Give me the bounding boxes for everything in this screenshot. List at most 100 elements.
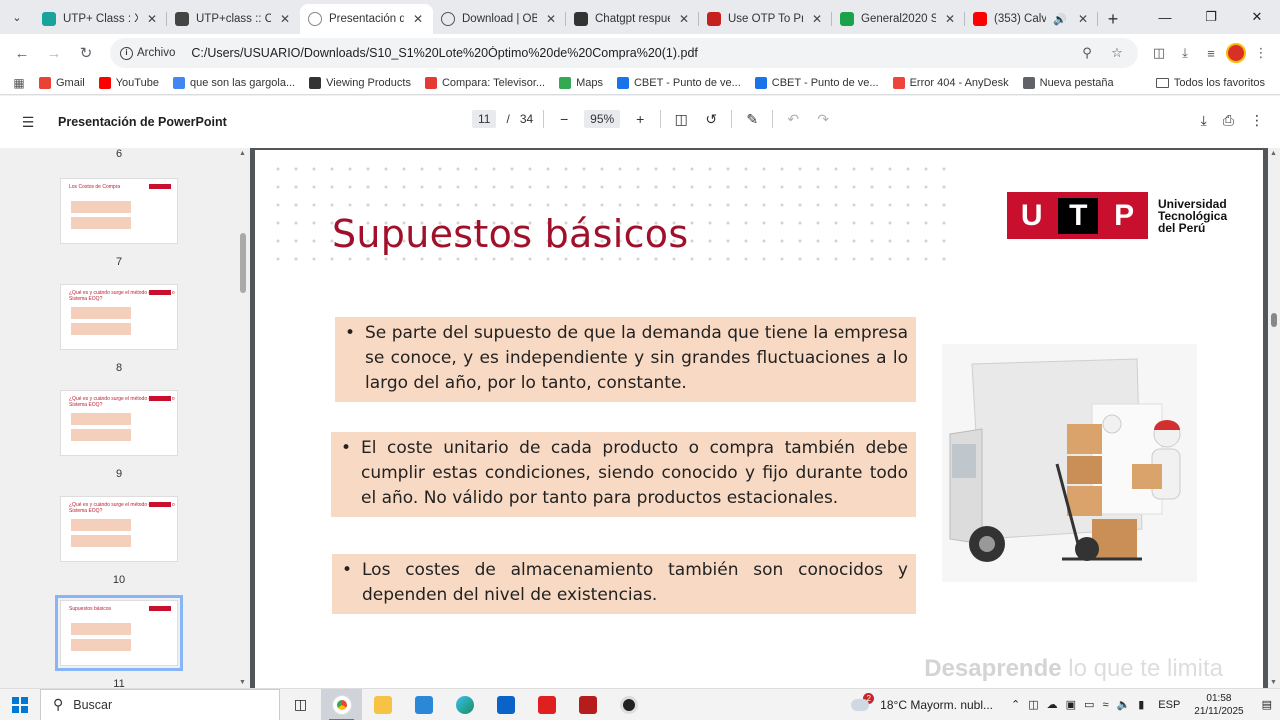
close-tab-icon[interactable]: ✕ — [411, 12, 425, 26]
browser-tab[interactable]: (353) Calvin 🔊 ✕ — [965, 4, 1098, 34]
close-tab-icon[interactable]: ✕ — [544, 12, 558, 26]
scroll-up-icon[interactable]: ▲ — [1270, 150, 1277, 157]
media-control-icon[interactable]: ≡ — [1200, 42, 1222, 64]
edge-app[interactable] — [444, 689, 485, 720]
extensions-icon[interactable]: ◫ — [1148, 42, 1170, 64]
page-number-input[interactable]: 11 — [472, 110, 497, 128]
bookmark-item[interactable]: que son las gargola... — [166, 77, 302, 89]
apps-grid-icon[interactable]: ▦ — [8, 72, 30, 94]
task-view-button[interactable]: ◫ — [280, 689, 321, 720]
back-button[interactable]: ← — [8, 39, 36, 67]
camera-icon[interactable]: ▣ — [1066, 698, 1076, 711]
maximize-button[interactable]: ❐ — [1188, 0, 1234, 34]
scroll-down-icon[interactable]: ▼ — [239, 679, 246, 686]
bookmark-item[interactable]: Gmail — [32, 77, 92, 89]
zoom-out-button[interactable]: − — [554, 111, 574, 127]
forward-button[interactable]: → — [40, 39, 68, 67]
new-tab-button[interactable]: + — [1098, 4, 1128, 34]
bookmark-item[interactable]: Compara: Televisor... — [418, 77, 552, 89]
wifi-icon[interactable]: ≈ — [1102, 699, 1108, 711]
minimize-button[interactable]: — — [1142, 0, 1188, 34]
close-tab-icon[interactable]: ✕ — [943, 12, 957, 26]
page-thumbnail[interactable]: ¿Qué es y cuándo surge el método de Wils… — [60, 284, 178, 374]
store-app[interactable] — [403, 689, 444, 720]
page-thumbnail[interactable]: ¿Qué es y cuándo surge el método de Wils… — [60, 496, 178, 586]
onedrive-cloud-icon[interactable]: ☁ — [1047, 698, 1058, 711]
game-app[interactable] — [567, 689, 608, 720]
tab-audio-icon[interactable]: 🔊 — [1053, 13, 1067, 26]
address-bar[interactable]: i Archivo C:/Users/USUARIO/Downloads/S10… — [110, 38, 1138, 68]
browser-tab[interactable]: Use OTP To Proc ✕ — [699, 4, 832, 34]
bookmark-item[interactable]: YouTube — [92, 77, 166, 89]
close-tab-icon[interactable]: ✕ — [278, 12, 292, 26]
tab-search-button[interactable]: ⌄ — [0, 0, 34, 34]
download-pdf-icon[interactable]: ⤓ — [1201, 112, 1207, 129]
bookmark-label: CBET - Punto de ve... — [771, 77, 879, 89]
browser-tab[interactable]: UTP+ Class : Xpe ✕ — [34, 4, 167, 34]
browser-tab[interactable]: UTP+class :: Con ✕ — [167, 4, 300, 34]
viewer-scrollbar[interactable]: ▲ ▼ — [1268, 148, 1280, 688]
bookmark-item[interactable]: Error 404 - AnyDesk — [886, 77, 1016, 89]
start-button[interactable] — [0, 689, 40, 720]
bookmark-item[interactable]: Nueva pestaña — [1016, 77, 1121, 89]
page-thumbnail[interactable]: ¿Qué es y cuándo surge el método de Wils… — [60, 390, 178, 480]
usb-icon[interactable]: ◫ — [1028, 698, 1038, 711]
annotate-icon[interactable]: ✎ — [742, 111, 762, 128]
outlook-app[interactable] — [485, 689, 526, 720]
site-info-chip[interactable]: i Archivo — [120, 46, 183, 60]
thumbnail-image: Supuestos básicos — [55, 595, 183, 671]
browser-tab[interactable]: General2020 Str ✕ — [832, 4, 965, 34]
hamburger-menu-icon[interactable]: ☰ — [18, 114, 38, 131]
taskbar-search[interactable]: ⚲ Buscar — [40, 688, 280, 720]
close-window-button[interactable]: ✕ — [1234, 0, 1280, 34]
browser-tab[interactable]: Chatgpt respues ✕ — [566, 4, 699, 34]
url-text[interactable]: C:/Users/USUARIO/Downloads/S10_S1%20Lote… — [191, 46, 1068, 60]
page-thumbnail[interactable]: Supuestos básicos 11 — [55, 595, 183, 688]
scroll-up-icon[interactable]: ▲ — [239, 150, 246, 157]
close-tab-icon[interactable]: ✕ — [677, 12, 691, 26]
redo-icon[interactable]: ↷ — [813, 111, 833, 128]
scrollbar-thumb[interactable] — [1271, 313, 1277, 327]
language-indicator[interactable]: ESP — [1158, 699, 1180, 711]
zoom-input[interactable]: 95% — [584, 110, 621, 128]
bookmark-item[interactable]: Viewing Products — [302, 77, 418, 89]
rotate-icon[interactable]: ↺ — [701, 111, 721, 128]
close-tab-icon[interactable]: ✕ — [810, 12, 824, 26]
sidebar-scrollbar[interactable]: ▲ ▼ — [238, 148, 250, 688]
reload-button[interactable]: ↻ — [72, 39, 100, 67]
bookmark-item[interactable]: CBET - Punto de ve... — [748, 77, 886, 89]
clock[interactable]: 01:58 21/11/2025 — [1194, 692, 1243, 718]
chevron-up-icon[interactable]: ⌃ — [1011, 698, 1020, 711]
more-options-icon[interactable]: ⋮ — [1250, 112, 1264, 129]
profile-avatar[interactable] — [1226, 43, 1246, 63]
thumbnail-text-block — [71, 413, 131, 425]
zoom-in-button[interactable]: + — [630, 111, 650, 127]
all-bookmarks-button[interactable]: Todos los favoritos — [1149, 77, 1272, 89]
page-thumbnail[interactable]: Los Costos de Compra 7 — [60, 178, 178, 268]
print-icon[interactable]: ⎙ — [1223, 112, 1234, 129]
download-icon[interactable]: ⤓ — [1174, 42, 1196, 64]
browser-tab[interactable]: Download | OBS ✕ — [433, 4, 566, 34]
battery-icon[interactable]: ▮ — [1138, 698, 1144, 711]
close-tab-icon[interactable]: ✕ — [1076, 12, 1090, 26]
scroll-down-icon[interactable]: ▼ — [1270, 679, 1277, 686]
weather-widget[interactable]: 2 18°C Mayorm. nubl... — [851, 693, 993, 712]
close-tab-icon[interactable]: ✕ — [145, 12, 159, 26]
undo-icon[interactable]: ↶ — [783, 111, 803, 128]
browser-tab[interactable]: Presentación de ✕ — [300, 4, 433, 34]
speaker-icon[interactable]: 🔈 — [1117, 698, 1131, 711]
chrome-taskbar-app[interactable] — [321, 688, 362, 720]
bookmark-item[interactable]: CBET - Punto de ve... — [610, 77, 748, 89]
file-explorer-app[interactable] — [362, 689, 403, 720]
zoom-icon[interactable]: ⚲ — [1076, 42, 1098, 64]
wps-app[interactable] — [526, 689, 567, 720]
fit-page-icon[interactable]: ◫ — [671, 111, 691, 128]
scrollbar-thumb[interactable] — [240, 233, 246, 293]
obs-app[interactable] — [608, 689, 649, 720]
menu-kebab-icon[interactable]: ⋮ — [1250, 42, 1272, 64]
bookmark-item[interactable]: Maps — [552, 77, 610, 89]
display-icon[interactable]: ▭ — [1084, 698, 1094, 711]
bookmark-star-icon[interactable]: ☆ — [1106, 42, 1128, 64]
notifications-icon[interactable]: ▤ — [1262, 698, 1272, 711]
utp-icon — [42, 12, 56, 26]
